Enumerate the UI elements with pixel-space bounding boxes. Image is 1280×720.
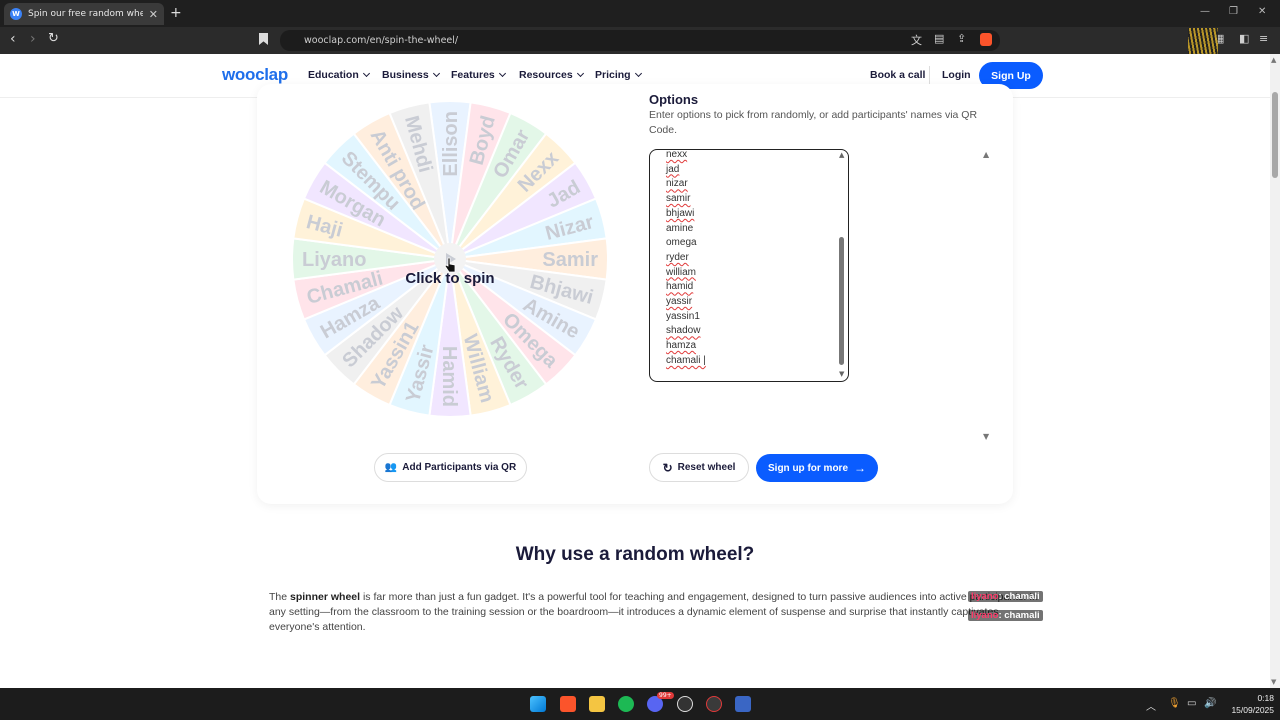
chat-overlay-message: liyano: chamali — [968, 610, 1043, 621]
option-entry: amine — [666, 222, 694, 234]
reset-wheel-button[interactable]: ↻ Reset wheel — [649, 453, 749, 482]
share-icon[interactable]: ⇪ — [957, 32, 966, 45]
option-entry: chamali | — [666, 354, 706, 366]
page-scrollbar[interactable]: ▲ ▼ — [1270, 54, 1280, 688]
option-entry: nizar — [666, 178, 688, 190]
spotify-icon[interactable] — [618, 696, 634, 712]
textarea-scrollbar[interactable] — [838, 152, 845, 378]
wheel-segment-label: Ellison — [440, 111, 462, 177]
options-scroll-down-icon[interactable]: ▼ — [983, 432, 989, 441]
option-entry: nexx — [666, 149, 688, 160]
app-icon[interactable] — [735, 696, 751, 712]
why-paragraph: The spinner wheel is far more than just … — [269, 591, 1038, 633]
tray-chevron-icon[interactable]: ︿ — [1146, 698, 1156, 713]
option-entry: yassin1 — [666, 310, 700, 322]
back-icon[interactable]: ‹ — [10, 31, 16, 47]
add-participants-qr-button[interactable]: 👥 Add Participants via QR — [374, 453, 527, 482]
click-to-spin-label[interactable]: Click to spin — [380, 270, 520, 287]
nav-education[interactable]: Education — [308, 69, 370, 81]
menu-icon[interactable]: ≡ — [1259, 32, 1268, 45]
address-bar[interactable]: wooclap.com/en/spin-the-wheel/ — [280, 30, 1000, 51]
network-icon[interactable]: ▭ — [1187, 698, 1196, 709]
reader-icon[interactable]: ▤ — [934, 32, 944, 45]
option-entry: ryder — [666, 251, 689, 263]
users-icon: 👥 — [384, 462, 398, 473]
option-entry: hamza — [666, 340, 697, 352]
windows-start-icon[interactable] — [530, 696, 546, 712]
wheel-segment-label: Samir — [542, 249, 598, 271]
nav-resources[interactable]: Resources — [519, 69, 584, 81]
option-entry: hamid — [666, 281, 694, 293]
option-entry: samir — [666, 193, 691, 205]
app-icon[interactable] — [677, 696, 693, 712]
option-entry: william — [666, 266, 696, 278]
taskbar: 99+ ︿ 🎙 ▭ 🔊 0:18 15/09/2025 — [0, 688, 1280, 720]
translate-icon[interactable]: 文 — [911, 32, 922, 48]
option-entry: jad — [666, 163, 680, 175]
microphone-icon[interactable]: 🎙 — [1168, 698, 1181, 709]
close-tab-icon[interactable]: ✕ — [149, 8, 158, 21]
sign-up-for-more-button[interactable]: Sign up for more → — [756, 454, 878, 482]
browser-toolbar: ‹ › ↻ wooclap.com/en/spin-the-wheel/ 文 ▤… — [0, 27, 1280, 54]
textarea-scroll-up-icon[interactable]: ▲ — [839, 151, 844, 159]
book-call-link[interactable]: Book a call — [870, 69, 925, 81]
login-link[interactable]: Login — [942, 69, 971, 81]
options-scroll-up-icon[interactable]: ▲ — [983, 150, 989, 159]
nav-features[interactable]: Features — [451, 69, 506, 81]
sidebar-toggle-icon[interactable]: ◧ — [1239, 32, 1249, 45]
wheel-segment-label: Hamid — [438, 346, 460, 407]
volume-icon[interactable]: 🔊 — [1204, 698, 1216, 709]
nav-business[interactable]: Business — [382, 69, 440, 81]
option-entry: shadow — [666, 325, 701, 337]
refresh-icon: ↻ — [662, 460, 673, 475]
options-entries: nexx jad nizar samir bhjawi amine omega ryder wi… — [666, 149, 706, 369]
tab-title: Spin our free random wheel for a — [28, 9, 143, 19]
wooclap-logo[interactable]: wooclap — [222, 65, 288, 85]
wheel-segment-label: Liyano — [302, 249, 366, 271]
header-divider — [929, 66, 930, 86]
restore-icon[interactable]: ❐ — [1229, 6, 1238, 17]
brave-shield-icon[interactable] — [980, 33, 992, 46]
textarea-scroll-down-icon[interactable]: ▼ — [839, 370, 844, 378]
app-icon[interactable] — [706, 696, 722, 712]
option-entry: yassir — [666, 296, 693, 308]
wooclap-favicon-icon: W — [10, 8, 22, 20]
options-textarea[interactable]: nexx jad nizar samir bhjawi amine omega ryder wi… — [649, 149, 849, 382]
new-tab-icon[interactable]: + — [170, 5, 182, 21]
system-clock[interactable]: 0:18 15/09/2025 — [1222, 692, 1274, 716]
minimize-icon[interactable]: — — [1200, 6, 1210, 17]
option-entry: omega — [666, 237, 697, 249]
chat-overlay-message: liyano: chamali — [968, 591, 1043, 602]
options-description: Enter options to pick from randomly, or … — [649, 109, 978, 136]
arrow-right-icon: → — [854, 461, 866, 475]
why-title: Why use a random wheel? — [515, 544, 755, 565]
nav-pricing[interactable]: Pricing — [595, 69, 642, 81]
browser-tab[interactable]: W Spin our free random wheel for a ✕ — [4, 3, 164, 25]
reload-icon[interactable]: ↻ — [48, 31, 59, 46]
web-page: wooclap Education Business Features Reso… — [0, 54, 1270, 688]
notification-badge: 99+ — [657, 692, 674, 699]
option-entry: bhjawi — [666, 207, 695, 219]
browser-tab-bar: W Spin our free random wheel for a ✕ + —… — [0, 0, 1280, 27]
brave-browser-icon[interactable] — [560, 696, 576, 712]
forward-icon[interactable]: › — [30, 31, 36, 47]
close-window-icon[interactable]: ✕ — [1258, 6, 1266, 17]
url-text: wooclap.com/en/spin-the-wheel/ — [304, 35, 459, 46]
options-title: Options — [649, 92, 699, 107]
file-explorer-icon[interactable] — [589, 696, 605, 712]
